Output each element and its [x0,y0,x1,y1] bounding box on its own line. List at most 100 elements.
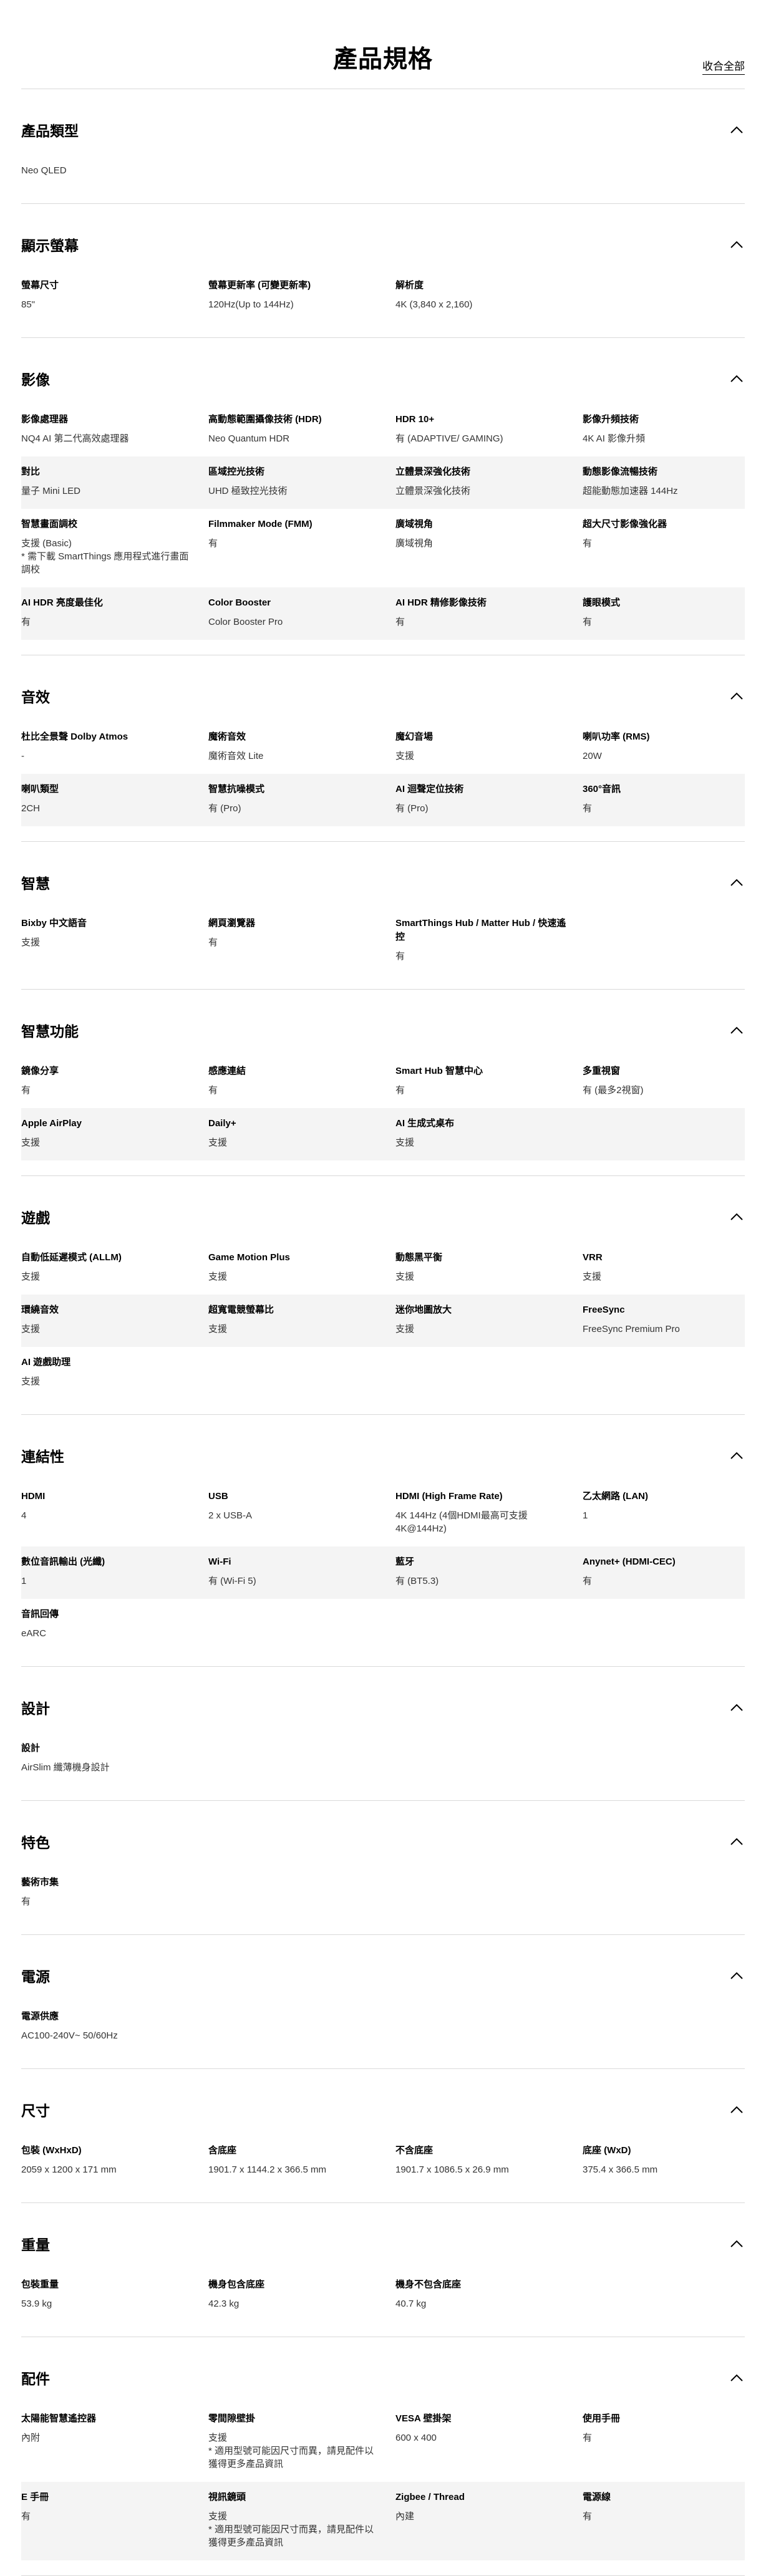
section-header[interactable]: 顯示螢幕 [21,204,745,269]
spec-section: 音效 杜比全景聲 Dolby Atmos - 魔術音效 魔術音效 Lite 魔幻音場 支援喇… [21,655,745,842]
spec-label: FreeSync [583,1305,625,1315]
spec-row: 對比 量子 Mini LED 區域控光技術 UHD 極致控光技術 立體景深強化技術 立體景… [21,456,745,509]
section-header[interactable]: 重量 [21,2203,745,2268]
spec-value: 有 (Wi-Fi 5) [208,1576,256,1586]
spec-value: 有 (最多2視窗) [583,1085,644,1096]
spec-value: 4K AI 影像升頻 [583,433,646,444]
spec-label: 包裝重量 [21,2279,59,2290]
section-header[interactable]: 設計 [21,1667,745,1732]
section-title: 智慧功能 [21,1023,79,1040]
section-title: 電源 [21,1969,50,1985]
spec-label: 360°音訊 [583,784,621,794]
spec-label: 影像處理器 [21,414,69,425]
spec-value: 支援 [21,1271,41,1282]
section-header[interactable]: 智慧 [21,842,745,907]
spec-label: 超寬電競螢幕比 [208,1305,274,1315]
spec-rows: Bixby 中文語音 支援 網頁瀏覽器有 SmartThings Hub / Matt… [21,908,745,974]
spec-section: 電源 電源供應 AC100-240V~ 50/60Hz [21,1935,745,2069]
section-header[interactable]: 特色 [21,1801,745,1866]
section-header[interactable]: 配件 [21,2337,745,2402]
page-title: 產品規格 [332,46,433,73]
chevron-up-icon[interactable] [730,1971,744,1980]
spec-section: 遊戲 自動低延遲模式 (ALLM) 支援 Game Motion Plus 支援 動態黑平… [21,1176,745,1415]
section-title: 重量 [21,2237,50,2253]
chevron-up-icon[interactable] [730,1703,744,1712]
section-title: 影像 [21,372,50,388]
spec-section: 配件 太陽能智慧遙控器 內附 零間隙壁掛 支援 * 適用型號可能因尺寸而異，請見配件以獲… [21,2337,745,2576]
chevron-up-icon[interactable] [730,1451,744,1460]
section-header[interactable]: 尺寸 [21,2069,745,2134]
chevron-up-icon[interactable] [730,240,744,249]
spec-label: 底座 (WxD) [583,2145,631,2156]
spec-value: 廣域視角 [395,538,434,549]
spec-value: 有 (Pro) [395,803,429,814]
chevron-up-icon[interactable] [730,2239,744,2248]
spec-value: 有 [395,617,405,627]
spec-rows: Neo QLED [21,155,745,188]
spec-item: 數位音訊輸出 (光纖) 1 [21,1555,208,1588]
spec-label: E 手冊 [21,2492,49,2502]
spec-label: 護眼模式 [583,597,621,608]
chevron-up-icon[interactable] [730,1212,744,1221]
spec-row: 螢幕尺寸 85" 螢幕更新率 (可變更新率) 120Hz(Up to 144Hz) 解析… [21,270,745,322]
section-header[interactable]: 連結性 [21,1415,745,1480]
spec-value: 42.3 kg [208,2299,240,2309]
spec-item: E 手冊有 [21,2491,208,2549]
section-title: 產品類型 [21,123,79,139]
spec-rows: 自動低延遲模式 (ALLM) 支援 Game Motion Plus 支援 動態黑平衡支… [21,1242,745,1399]
spec-row: 包裝重量 53.9 kg 機身包含底座 42.3 kg 機身不包含底座 40.7 kg [21,2269,745,2322]
section-header[interactable]: 遊戲 [21,1176,745,1241]
spec-row: AI HDR 亮度最佳化有 Color Booster Color Booster … [21,587,745,640]
section-header[interactable]: 產品類型 [21,89,745,154]
chevron-up-icon[interactable] [730,374,744,383]
section-header[interactable]: 智慧功能 [21,990,745,1054]
spec-value: 40.7 kg [395,2299,427,2309]
spec-row: 鏡像分享有感應連結有 Smart Hub 智慧中心有多重視窗有 (最多2視窗) [21,1056,745,1108]
spec-value: 有 [583,803,593,814]
spec-label: HDR 10+ [395,414,435,425]
section-title: 設計 [21,1700,50,1717]
spec-value: 有 [21,1896,31,1907]
collapse-all-button[interactable]: 收合全部 [702,57,745,75]
spec-value: 魔術音效 Lite [208,751,264,761]
spec-value: 4K 144Hz (4個HDMI最高可支援4K@144Hz) [395,1510,528,1534]
spec-item: 使用手冊有 [583,2412,745,2471]
spec-item: Neo QLED [21,164,208,177]
spec-value: 支援 [21,937,41,948]
spec-item: VRR 支援 [583,1251,745,1283]
spec-item: 藝術市集有 [21,1876,208,1908]
spec-value: 4 [21,1510,27,1521]
spec-label: VESA 壁掛架 [395,2413,452,2424]
spec-label: 高動態範圍攝像技術 (HDR) [208,414,322,425]
spec-item: 機身不包含底座 40.7 kg [395,2278,583,2310]
spec-label: Smart Hub 智慧中心 [395,1066,483,1076]
spec-row: 數位音訊輸出 (光纖) 1 Wi-Fi 有 (Wi-Fi 5) 藍牙有 (BT5.3) A… [21,1546,745,1599]
chevron-up-icon[interactable] [730,1026,744,1035]
spec-item: Smart Hub 智慧中心有 [395,1064,583,1097]
section-header[interactable]: 音效 [21,655,745,720]
spec-value: 支援 [395,1324,415,1334]
spec-item: 多重視窗有 (最多2視窗) [583,1064,745,1097]
spec-rows: 杜比全景聲 Dolby Atmos - 魔術音效 魔術音效 Lite 魔幻音場 支援 喇叭功… [21,721,745,826]
spec-row: 包裝 (WxHxD) 2059 x 1200 x 171 mm 含底座 1901.7 … [21,2135,745,2188]
chevron-up-icon[interactable] [730,692,744,700]
chevron-up-icon[interactable] [730,125,744,134]
spec-value: 有 [583,617,593,627]
chevron-up-icon[interactable] [730,2105,744,2114]
spec-item: Filmmaker Mode (FMM) 有 [208,518,395,576]
section-title: 智慧 [21,876,50,892]
spec-item: 立體景深強化技術 立體景深強化技術 [395,465,583,498]
spec-value: 量子 Mini LED [21,486,81,496]
section-header[interactable]: 影像 [21,338,745,403]
chevron-up-icon[interactable] [730,2373,744,2382]
chevron-up-icon[interactable] [730,878,744,887]
spec-label: 自動低延遲模式 (ALLM) [21,1252,122,1263]
spec-section: 特色 藝術市集有 [21,1801,745,1935]
spec-item: 動態黑平衡 支援 [395,1251,583,1283]
spec-item: 區域控光技術 UHD 極致控光技術 [208,465,395,498]
spec-value: 支援 * 適用型號可能因尺寸而異，請見配件以獲得更多產品資訊 [208,2511,374,2548]
section-header[interactable]: 電源 [21,1935,745,2000]
spec-label: 視訊鏡頭 [208,2492,246,2502]
chevron-up-icon[interactable] [730,1837,744,1846]
spec-item: Daily+ 支援 [208,1117,395,1149]
